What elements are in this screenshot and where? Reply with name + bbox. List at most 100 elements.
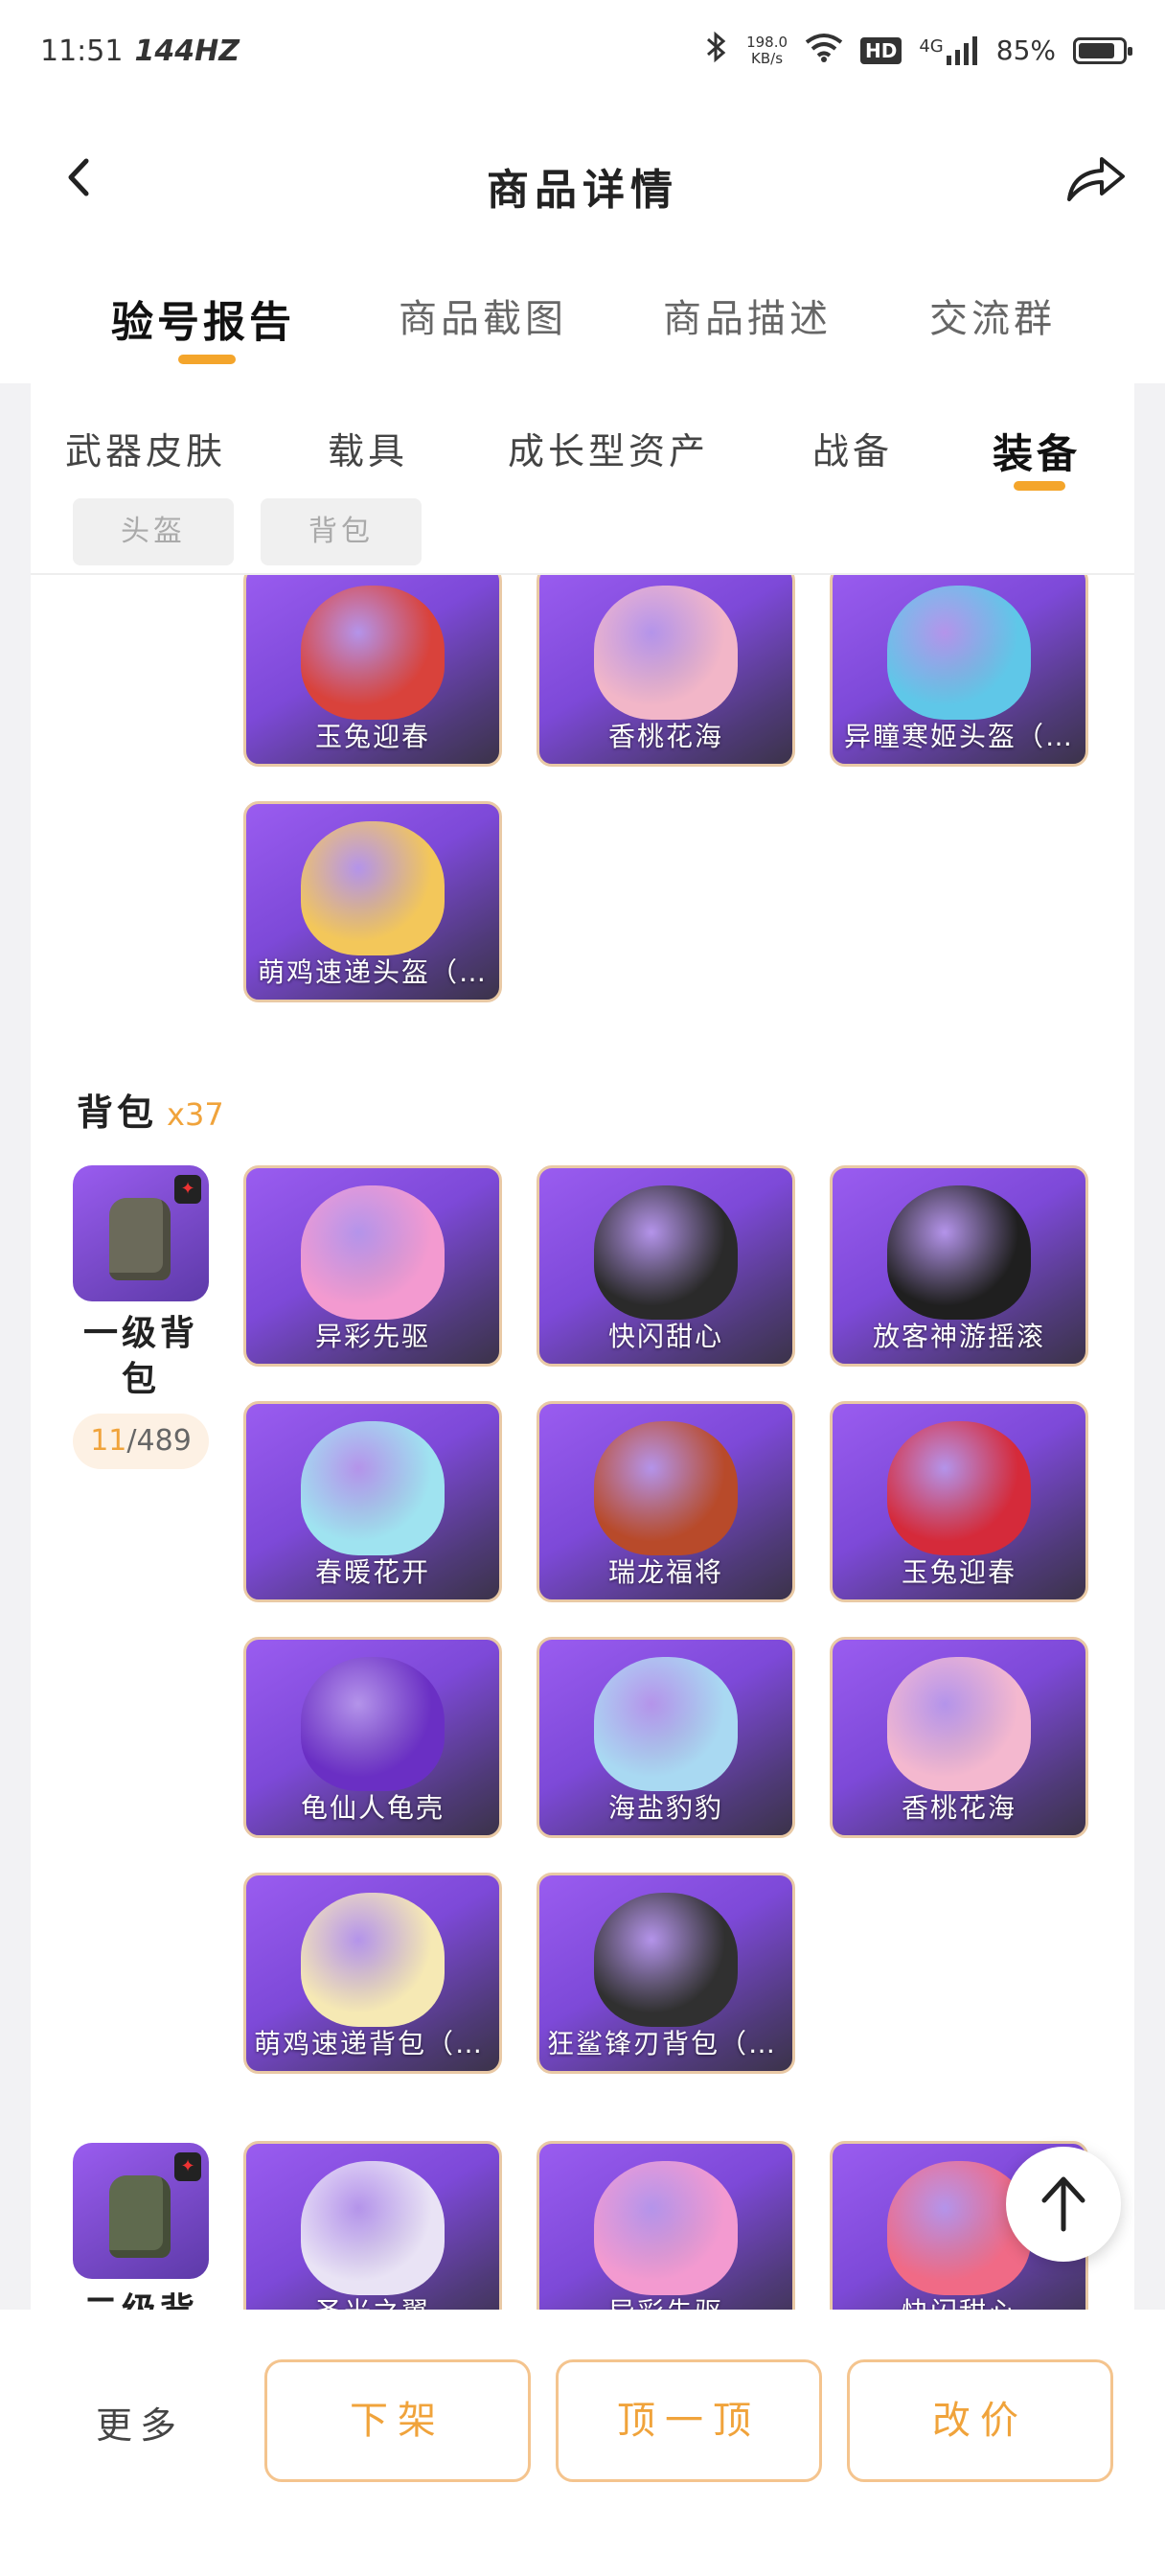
progress-total: /489 <box>126 1424 192 1458</box>
item-name: 香桃花海 <box>607 721 723 752</box>
level2-backpack-icon: ✦ <box>73 2143 209 2279</box>
backpack-image <box>887 1657 1031 1791</box>
active-subtab-indicator <box>1014 481 1065 491</box>
helmet-image <box>887 586 1031 720</box>
main-tabs: 验号报告 商品截图 商品描述 交流群 <box>0 249 1165 383</box>
backpack-card[interactable]: 香桃花海 <box>830 1637 1088 1838</box>
network-type: 4G <box>919 35 944 57</box>
backpack-card[interactable]: 春暖花开 <box>243 1401 502 1602</box>
chip-helmet[interactable]: 头盔 <box>73 498 234 565</box>
battery-percent: 85% <box>995 34 1056 66</box>
helmet-card[interactable]: 香桃花海 <box>537 565 795 767</box>
helmet-image <box>301 821 445 955</box>
backpack-card[interactable]: 圣光之翼 <box>243 2141 502 2310</box>
backpack-card[interactable]: 异彩先驱 <box>243 1165 502 1367</box>
backpack-image <box>301 1185 445 1320</box>
backpack-image <box>301 1421 445 1555</box>
scroll-to-top-button[interactable] <box>1006 2147 1121 2262</box>
backpack-section-title: 背包 x37 <box>77 1083 224 1136</box>
delist-button[interactable]: 下架 <box>264 2359 531 2482</box>
subtab-growth-assets[interactable]: 成长型资产 <box>508 422 709 474</box>
signal-icon: 4G <box>919 35 978 65</box>
tab-description[interactable]: 商品描述 <box>663 288 832 343</box>
arrow-up-icon <box>1041 2176 1085 2232</box>
item-name: 萌鸡速递头盔（… <box>257 956 488 988</box>
report-card: 武器皮肤 载具 成长型资产 战备 装备 头盔 背包 玉兔迎春 香桃花海 异瞳寒姬… <box>31 383 1134 2310</box>
item-name: 香桃花海 <box>901 1792 1017 1824</box>
tab-chat-group[interactable]: 交流群 <box>929 288 1056 343</box>
active-tab-indicator <box>178 355 236 364</box>
helmet-card[interactable]: 萌鸡速递头盔（… <box>243 801 502 1002</box>
item-name: 龟仙人龟壳 <box>300 1792 445 1824</box>
item-name: 放客神游摇滚 <box>872 1321 1045 1352</box>
backpack-card[interactable]: 瑞龙福将 <box>537 1401 795 1602</box>
bump-button[interactable]: 顶一顶 <box>556 2359 822 2482</box>
helmet-card[interactable]: 玉兔迎春 <box>243 565 502 767</box>
bluetooth-icon <box>704 31 729 70</box>
subtab-vehicles[interactable]: 载具 <box>328 422 408 474</box>
level1-progress: 11/489 <box>73 1414 209 1469</box>
refresh-rate-text: 144HZ <box>134 34 240 68</box>
more-button[interactable]: 更多 <box>96 2396 184 2449</box>
fire-badge-icon: ✦ <box>174 1175 201 1204</box>
helmet-image <box>301 586 445 720</box>
status-icons: 198.0 KB/s HD 4G 85% <box>704 31 1132 70</box>
item-name: 狂鲨锋刃背包（1… <box>547 2028 792 2059</box>
bottom-action-bar: 更多 下架 顶一顶 改价 <box>0 2310 1165 2576</box>
backpack-icon <box>109 1198 171 1280</box>
item-name: 异瞳寒姬头盔（… <box>843 721 1074 752</box>
tab-screenshots[interactable]: 商品截图 <box>399 288 567 343</box>
backpack-card[interactable]: 萌鸡速递背包（1… <box>243 1873 502 2074</box>
edit-price-button[interactable]: 改价 <box>847 2359 1113 2482</box>
backpack-image <box>887 1185 1031 1320</box>
item-name: 快闪甜心 <box>833 2291 1085 2310</box>
backpack-card[interactable]: 玉兔迎春 <box>830 1401 1088 1602</box>
section-count: x37 <box>167 1096 224 1133</box>
chip-backpack[interactable]: 背包 <box>261 498 422 565</box>
subtab-weapon-skins[interactable]: 武器皮肤 <box>65 422 226 474</box>
backpack-image <box>594 2161 738 2295</box>
network-speed: 198.0 KB/s <box>746 34 788 67</box>
backpack-card[interactable]: 龟仙人龟壳 <box>243 1637 502 1838</box>
level2-label: 二级背 <box>73 2288 209 2310</box>
backpack-card[interactable]: 狂鲨锋刃背包（1… <box>537 1873 795 2074</box>
page-title: 商品详情 <box>487 166 678 215</box>
fire-badge-icon: ✦ <box>174 2152 201 2181</box>
backpack-image <box>301 2161 445 2295</box>
section-title-text: 背包 <box>77 1092 158 1134</box>
level1-label: 一级背包 <box>82 1314 198 1399</box>
backpack-image <box>594 1893 738 2027</box>
backpack-image <box>301 1893 445 2027</box>
item-name: 春暖花开 <box>314 1556 430 1588</box>
item-name: 异彩先驱 <box>314 1321 430 1352</box>
status-time: 11:51 144HZ <box>40 34 240 68</box>
item-name: 异彩先驱 <box>539 2291 792 2310</box>
battery-fill <box>1079 42 1114 58</box>
backpack-card[interactable]: 海盐豹豹 <box>537 1637 795 1838</box>
time-text: 11:51 <box>40 34 124 68</box>
item-name: 海盐豹豹 <box>607 1792 723 1824</box>
subtab-equipment[interactable]: 装备 <box>993 422 1081 480</box>
backpack-card[interactable]: 快闪甜心 <box>537 1165 795 1367</box>
share-arrow-icon[interactable] <box>1065 151 1127 205</box>
nav-bar: 商品详情 <box>0 105 1165 249</box>
subtab-combat-prep[interactable]: 战备 <box>812 422 893 474</box>
item-name: 瑞龙福将 <box>607 1556 723 1588</box>
backpack-icon <box>109 2175 171 2258</box>
item-name: 玉兔迎春 <box>901 1556 1017 1588</box>
net-speed-value: 198.0 <box>746 33 788 51</box>
hd-badge: HD <box>860 36 902 64</box>
level1-backpack-icon: ✦ <box>73 1165 209 1301</box>
backpack-image <box>301 1657 445 1791</box>
backpack-card[interactable]: 异彩先驱 <box>537 2141 795 2310</box>
helmet-image <box>594 586 738 720</box>
backpack-image <box>594 1185 738 1320</box>
backpack-image <box>594 1657 738 1791</box>
wifi-icon <box>805 32 843 69</box>
category-tabs: 武器皮肤 载具 成长型资产 战备 装备 头盔 背包 <box>31 383 1134 575</box>
helmet-card[interactable]: 异瞳寒姬头盔（… <box>830 565 1088 767</box>
tab-inspection-report[interactable]: 验号报告 <box>111 288 295 349</box>
status-bar: 11:51 144HZ 198.0 KB/s HD 4G 85% <box>0 0 1165 105</box>
item-name: 萌鸡速递背包（1… <box>254 2028 499 2059</box>
backpack-card[interactable]: 放客神游摇滚 <box>830 1165 1088 1367</box>
